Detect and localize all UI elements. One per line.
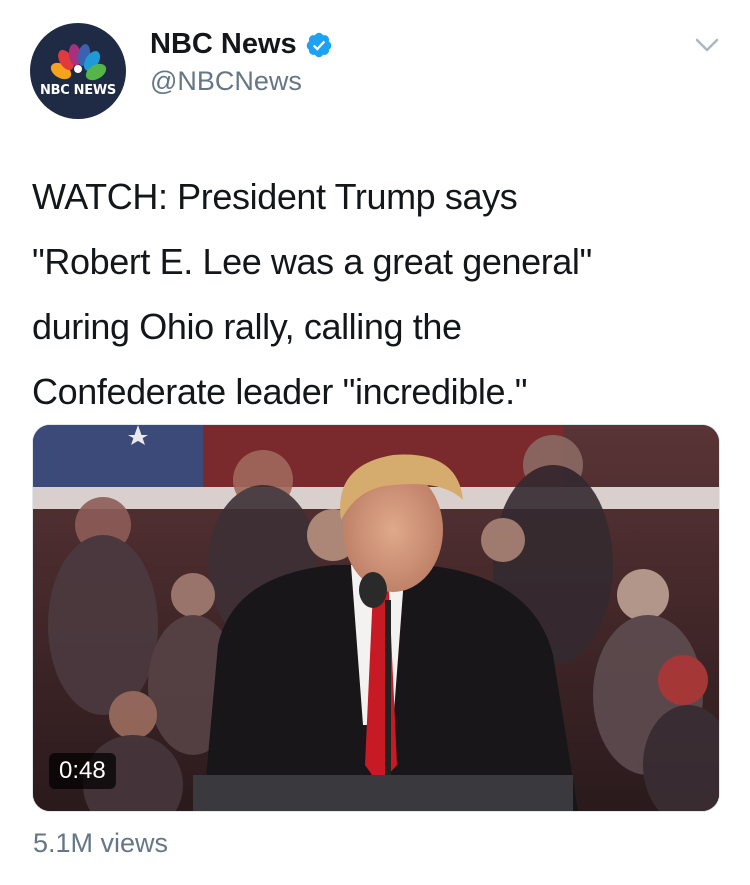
video-duration-badge: 0:48 [49,753,116,789]
avatar[interactable]: NBC NEWS [30,23,126,119]
tweet-text-line: WATCH: President Trump says [32,176,518,217]
tweet-text-line: Confederate leader "incredible." [32,371,528,412]
view-count: 5.1M views [33,828,169,858]
display-name[interactable]: NBC News [150,28,297,61]
tweet-text-line: "Robert E. Lee was a great general" [32,241,592,282]
video-player[interactable]: 0:48 [32,424,720,812]
verified-badge-icon [306,32,331,57]
video-thumbnail [33,425,719,811]
chevron-down-icon[interactable] [692,34,722,56]
avatar-label: NBC NEWS [40,83,116,98]
tweet-text-line: during Ohio rally, calling the [32,306,462,347]
nbc-peacock-icon [50,44,107,81]
tweet-card[interactable]: NBC NEWS NBC News @NBCNews WATCH: Presid… [0,0,750,885]
account-name-row[interactable]: NBC News [150,28,333,61]
tweet-text: WATCH: President Trump says "Robert E. L… [32,164,722,424]
account-handle[interactable]: @NBCNews [150,66,302,97]
